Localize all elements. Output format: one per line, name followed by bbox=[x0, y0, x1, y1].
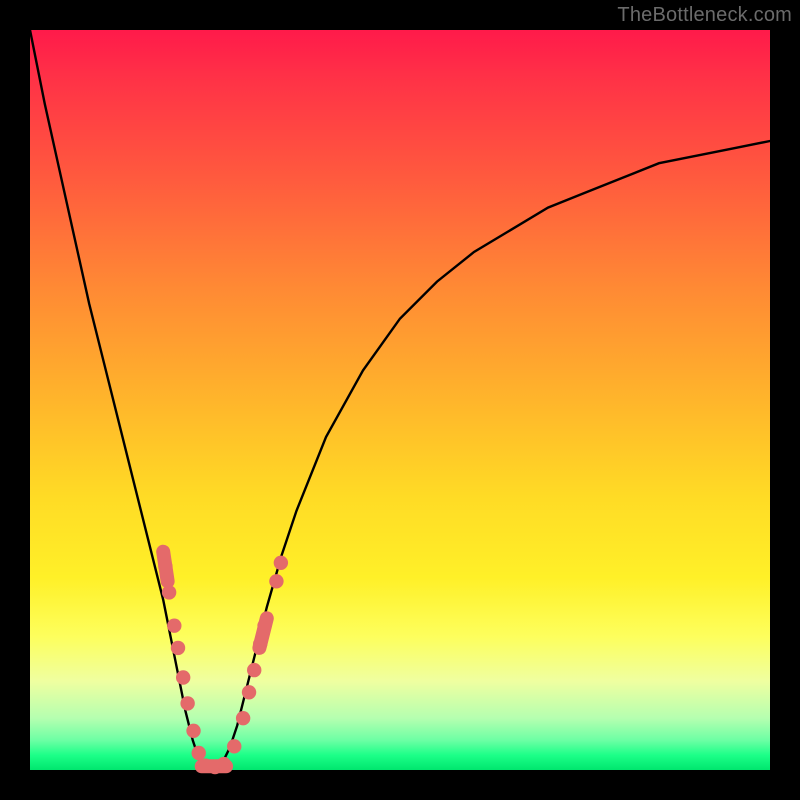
curve-layer bbox=[30, 30, 770, 770]
marker-dot bbox=[253, 637, 267, 651]
marker-dot bbox=[176, 670, 190, 684]
marker-dot bbox=[257, 619, 271, 633]
marker-dot bbox=[227, 739, 241, 753]
marker-dot bbox=[217, 757, 231, 771]
marker-dot bbox=[247, 663, 261, 677]
marker-dot bbox=[162, 585, 176, 599]
marker-dots bbox=[158, 556, 288, 775]
marker-capsules bbox=[163, 552, 267, 767]
marker-dot bbox=[242, 685, 256, 699]
marker-dot bbox=[269, 574, 283, 588]
marker-dot bbox=[158, 559, 172, 573]
bottleneck-curve bbox=[30, 30, 770, 770]
marker-dot bbox=[236, 711, 250, 725]
marker-dot bbox=[192, 746, 206, 760]
chart-frame: TheBottleneck.com bbox=[0, 0, 800, 800]
marker-dot bbox=[171, 641, 185, 655]
marker-dot bbox=[186, 724, 200, 738]
marker-dot bbox=[180, 696, 194, 710]
marker-dot bbox=[167, 619, 181, 633]
plot-area bbox=[30, 30, 770, 770]
watermark-text: TheBottleneck.com bbox=[617, 4, 792, 27]
marker-dot bbox=[274, 556, 288, 570]
